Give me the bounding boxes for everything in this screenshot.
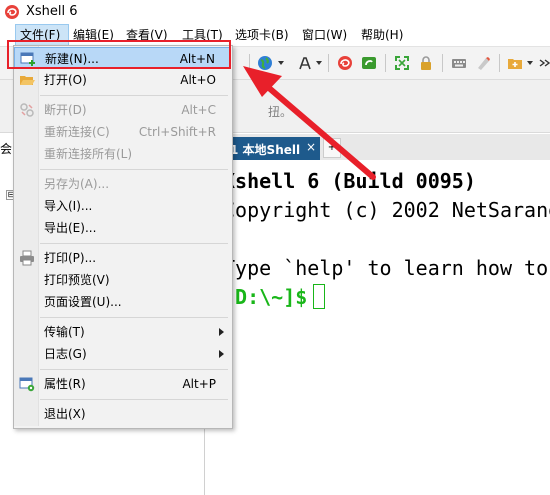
menu-help[interactable]: 帮助(H) — [357, 24, 407, 46]
menu-item-label: 打开(O) — [44, 73, 87, 87]
submenu-arrow-icon — [219, 350, 224, 358]
xshell-logo-icon[interactable] — [337, 55, 353, 71]
tab-local-shell-label: 1 本地Shell — [230, 143, 301, 157]
menu-tabs[interactable]: 选项卡(B) — [231, 24, 293, 46]
menu-window[interactable]: 窗口(W) — [298, 24, 351, 46]
menu-item-log[interactable]: 日志(G) — [14, 343, 230, 365]
globe-icon[interactable] — [257, 55, 273, 71]
expand-icon[interactable] — [394, 55, 410, 71]
menu-item-label: 打印预览(V) — [44, 273, 110, 287]
new-tab-button[interactable]: + — [323, 138, 341, 158]
printer-icon — [20, 250, 34, 266]
menu-separator — [40, 243, 228, 244]
menu-separator — [40, 95, 228, 96]
terminal-cursor — [313, 284, 325, 309]
toolbar-separator — [385, 54, 386, 72]
menu-item-reconnect-all: 重新连接所有(L) — [14, 143, 230, 165]
add-folder-dropdown-arrow[interactable] — [527, 61, 533, 65]
menu-item-label: 打印(P)... — [44, 251, 97, 265]
menu-item-label: 页面设置(U)... — [44, 295, 122, 309]
menu-item-label: 日志(G) — [44, 347, 87, 361]
menu-item-disconnect: 断开(D) Alt+C — [14, 99, 230, 121]
menu-item-label: 重新连接所有(L) — [44, 147, 133, 161]
menu-item-label: 另存为(A)... — [44, 177, 110, 191]
terminal-help-line: Type `help' to learn how to — [223, 256, 549, 280]
menu-item-transfer[interactable]: 传输(T) — [14, 321, 230, 343]
menu-item-label: 导出(E)... — [44, 221, 97, 235]
menu-item-label: 导入(I)... — [44, 199, 93, 213]
terminal-area[interactable]: Xshell 6 (Build 0095) Copyright (c) 2002… — [205, 161, 550, 495]
font-icon[interactable] — [297, 55, 313, 71]
menu-item-exit[interactable]: 退出(X) — [14, 403, 230, 425]
highlighter-icon[interactable] — [475, 55, 491, 71]
xftp-icon[interactable] — [361, 55, 377, 71]
menu-item-export[interactable]: 导出(E)... — [14, 217, 230, 239]
window-title: Xshell 6 — [26, 4, 78, 19]
menu-item-print[interactable]: 打印(P)... — [14, 247, 230, 269]
menu-item-label: 重新连接(C) — [44, 125, 110, 139]
menu-item-import[interactable]: 导入(I)... — [14, 195, 230, 217]
toolbar-separator — [249, 54, 250, 72]
menu-item-shortcut: Alt+P — [182, 377, 216, 391]
menu-item-shortcut: Alt+O — [180, 73, 216, 87]
xshell-logo-icon — [5, 5, 19, 19]
menu-separator — [40, 169, 228, 170]
menu-item-shortcut: Ctrl+Shift+R — [138, 125, 216, 139]
tab-close-button[interactable]: × — [306, 140, 316, 154]
font-dropdown-arrow[interactable] — [316, 61, 322, 65]
annotation-highlight-box — [7, 40, 231, 69]
menu-item-label: 传输(T) — [44, 325, 85, 339]
terminal-banner-line: Xshell 6 (Build 0095) — [223, 169, 476, 193]
toolbar-separator — [328, 54, 329, 72]
menu-separator — [40, 399, 228, 400]
globe-dropdown-arrow[interactable] — [278, 61, 284, 65]
terminal-copyright-line: Copyright (c) 2002 NetSarang — [223, 198, 550, 222]
address-hint-text: 扭。 — [268, 105, 293, 119]
menu-item-save-as: 另存为(A)... — [14, 173, 230, 195]
menu-item-shortcut: Alt+C — [181, 103, 216, 117]
open-folder-icon — [20, 76, 35, 85]
toolbar-separator — [442, 54, 443, 72]
submenu-arrow-icon — [219, 328, 224, 336]
menu-item-properties[interactable]: 属性(R) Alt+P — [14, 373, 230, 395]
menu-item-print-preview[interactable]: 打印预览(V) — [14, 269, 230, 291]
add-folder-icon[interactable] — [507, 55, 523, 71]
disconnect-icon — [20, 103, 34, 117]
menu-item-page-setup[interactable]: 页面设置(U)... — [14, 291, 230, 313]
toolbar-separator — [499, 54, 500, 72]
menu-item-label: 断开(D) — [44, 103, 87, 117]
terminal-prompt: [D:\~]$ — [223, 285, 308, 309]
menu-item-reconnect: 重新连接(C) Ctrl+Shift+R — [14, 121, 230, 143]
properties-icon — [19, 377, 35, 392]
more-icon[interactable] — [538, 55, 550, 71]
menu-item-label: 属性(R) — [44, 377, 86, 391]
menu-separator — [40, 317, 228, 318]
keyboard-icon[interactable] — [451, 55, 467, 71]
menu-item-label: 退出(X) — [44, 407, 86, 421]
lock-icon[interactable] — [418, 55, 434, 71]
menu-item-open[interactable]: 打开(O) Alt+O — [14, 69, 230, 91]
menu-separator — [40, 369, 228, 370]
title-bar — [0, 0, 550, 24]
